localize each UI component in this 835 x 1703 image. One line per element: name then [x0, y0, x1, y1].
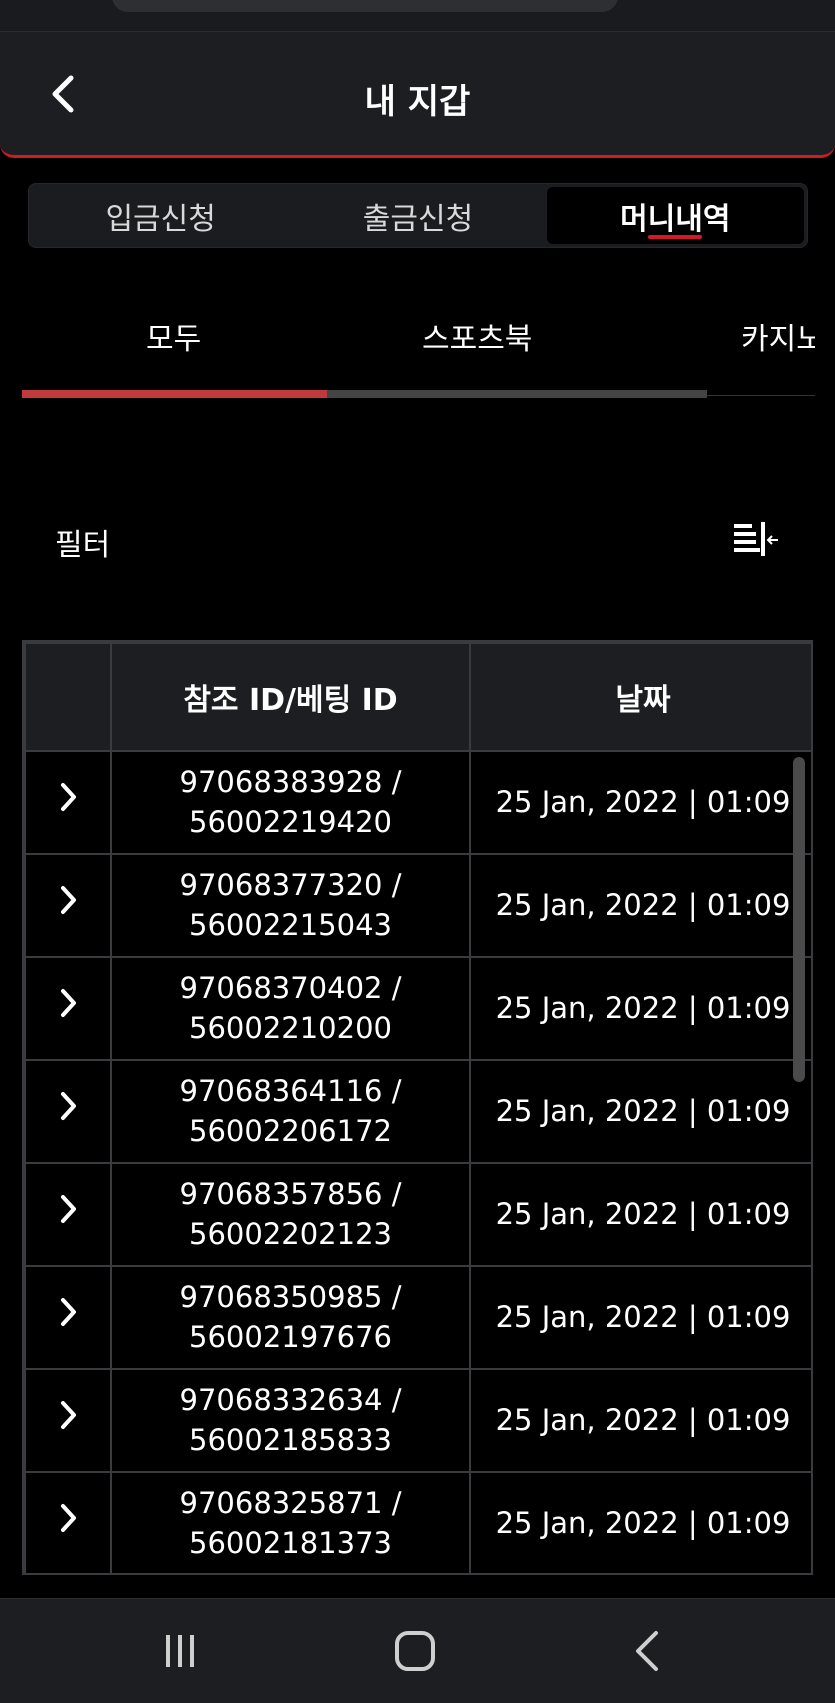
tabs-track-end: [707, 395, 815, 396]
recent-apps-button[interactable]: [145, 1621, 215, 1681]
table-header-row: 참조 ID/베팅 ID 날짜: [24, 642, 811, 752]
bet-id: 56002185833: [189, 1422, 392, 1457]
segment-label: 입금신청: [105, 201, 216, 237]
date-cell: 25 Jan, 2022 | 01:09: [469, 1059, 811, 1164]
chevron-right-icon: [61, 886, 76, 915]
row-expand-button[interactable]: [24, 750, 112, 855]
page-title: 내 지갑: [364, 82, 471, 122]
tab-all[interactable]: 모두: [146, 314, 201, 358]
row-expand-button[interactable]: [24, 1368, 112, 1473]
segment-label: 머니내역: [620, 201, 731, 237]
table-row[interactable]: 97068325871 / 56002181373 25 Jan, 2022 | 0…: [24, 1471, 811, 1573]
wallet-segment-control: 입금신청 출금신청 머니내역: [28, 183, 808, 248]
bet-id: 56002206172: [189, 1113, 392, 1148]
reference-id: 97068357856 /: [179, 1177, 402, 1212]
row-expand-button[interactable]: [24, 956, 112, 1061]
bet-id: 56002210200: [189, 1010, 392, 1045]
table-row[interactable]: 97068383928 / 56002219420 25 Jan, 2022 | 0…: [24, 750, 811, 855]
row-expand-button[interactable]: [24, 1059, 112, 1164]
date-cell: 25 Jan, 2022 | 01:09: [469, 956, 811, 1061]
reference-cell: 97068370402 / 56002210200: [110, 956, 471, 1061]
table-row[interactable]: 97068332634 / 56002185833 25 Jan, 2022 | 0…: [24, 1368, 811, 1473]
row-expand-button[interactable]: [24, 1162, 112, 1267]
table-row[interactable]: 97068370402 / 56002210200 25 Jan, 2022 | 0…: [24, 956, 811, 1061]
chevron-right-icon: [61, 1504, 76, 1533]
chevron-right-icon: [61, 1092, 76, 1121]
table-row[interactable]: 97068377320 / 56002215043 25 Jan, 2022 | 0…: [24, 853, 811, 958]
reference-cell: 97068364116 / 56002206172: [110, 1059, 471, 1164]
row-expand-button[interactable]: [24, 1265, 112, 1370]
app-header: 내 지갑: [0, 32, 835, 158]
status-bar-area: [0, 0, 835, 32]
date-cell: 25 Jan, 2022 | 01:09: [469, 1162, 811, 1267]
reference-id: 97068350985 /: [179, 1280, 402, 1315]
date-cell: 25 Jan, 2022 | 01:09: [469, 750, 811, 855]
row-expand-button[interactable]: [24, 1471, 112, 1573]
home-button[interactable]: [380, 1621, 450, 1681]
segment-deposit[interactable]: 입금신청: [32, 187, 289, 244]
reference-cell: 97068332634 / 56002185833: [110, 1368, 471, 1473]
column-header-expand: [24, 642, 112, 752]
reference-cell: 97068325871 / 56002181373: [110, 1471, 471, 1573]
tabs-progress-fill: [22, 390, 327, 398]
home-icon: [395, 1631, 435, 1671]
segment-withdraw[interactable]: 출금신청: [289, 187, 546, 244]
filter-label: 필터: [55, 528, 111, 563]
back-nav-icon: [636, 1631, 658, 1671]
tab-sportsbook[interactable]: 스포츠북: [422, 314, 532, 358]
bet-id: 56002181373: [189, 1525, 392, 1560]
chevron-right-icon: [61, 989, 76, 1018]
bet-id: 56002202123: [189, 1216, 392, 1251]
date-cell: 25 Jan, 2022 | 01:09: [469, 1368, 811, 1473]
reference-id: 97068364116 /: [179, 1074, 402, 1109]
reference-cell: 97068357856 / 56002202123: [110, 1162, 471, 1267]
date-cell: 25 Jan, 2022 | 01:09: [469, 1471, 811, 1573]
bet-id: 56002215043: [189, 907, 392, 942]
chevron-right-icon: [61, 1195, 76, 1224]
chevron-right-icon: [61, 1401, 76, 1430]
chevron-right-icon: [61, 783, 76, 812]
tabs-progress-track[interactable]: [22, 390, 707, 398]
reference-id: 97068370402 /: [179, 971, 402, 1006]
table-scrollbar[interactable]: [793, 757, 805, 1082]
table-row[interactable]: 97068364116 / 56002206172 25 Jan, 2022 | 0…: [24, 1059, 811, 1164]
active-underline: [648, 235, 703, 239]
history-table: 참조 ID/베팅 ID 날짜 97068383928 / 56002219420 2…: [22, 640, 813, 1575]
segment-label: 출금신청: [362, 201, 474, 237]
reference-id: 97068332634 /: [179, 1383, 402, 1418]
reference-cell: 97068377320 / 56002215043: [110, 853, 471, 958]
segment-money-history[interactable]: 머니내역: [546, 187, 804, 244]
reference-id: 97068377320 /: [179, 868, 402, 903]
chevron-right-icon: [61, 1298, 76, 1327]
column-header-date: 날짜: [469, 642, 811, 752]
nav-back-button[interactable]: [612, 1621, 682, 1681]
recent-apps-icon: [166, 1635, 194, 1667]
category-tabs: 모두 스포츠북 카지노: [22, 300, 815, 400]
date-cell: 25 Jan, 2022 | 01:09: [469, 853, 811, 958]
filter-icon: [734, 522, 778, 556]
row-expand-button[interactable]: [24, 853, 112, 958]
bet-id: 56002197676: [189, 1319, 392, 1354]
bet-id: 56002219420: [189, 804, 392, 839]
filter-button[interactable]: [728, 515, 784, 565]
table-row[interactable]: 97068357856 / 56002202123 25 Jan, 2022 | 0…: [24, 1162, 811, 1267]
tab-casino[interactable]: 카지노: [741, 314, 815, 358]
date-cell: 25 Jan, 2022 | 01:09: [469, 1265, 811, 1370]
table-row[interactable]: 97068350985 / 56002197676 25 Jan, 2022 | 0…: [24, 1265, 811, 1370]
reference-id: 97068325871 /: [179, 1486, 402, 1521]
reference-cell: 97068383928 / 56002219420: [110, 750, 471, 855]
reference-id: 97068383928 /: [179, 765, 402, 800]
notch: [112, 0, 618, 12]
system-nav-bar: [0, 1598, 835, 1703]
column-header-reference: 참조 ID/베팅 ID: [110, 642, 471, 752]
reference-cell: 97068350985 / 56002197676: [110, 1265, 471, 1370]
